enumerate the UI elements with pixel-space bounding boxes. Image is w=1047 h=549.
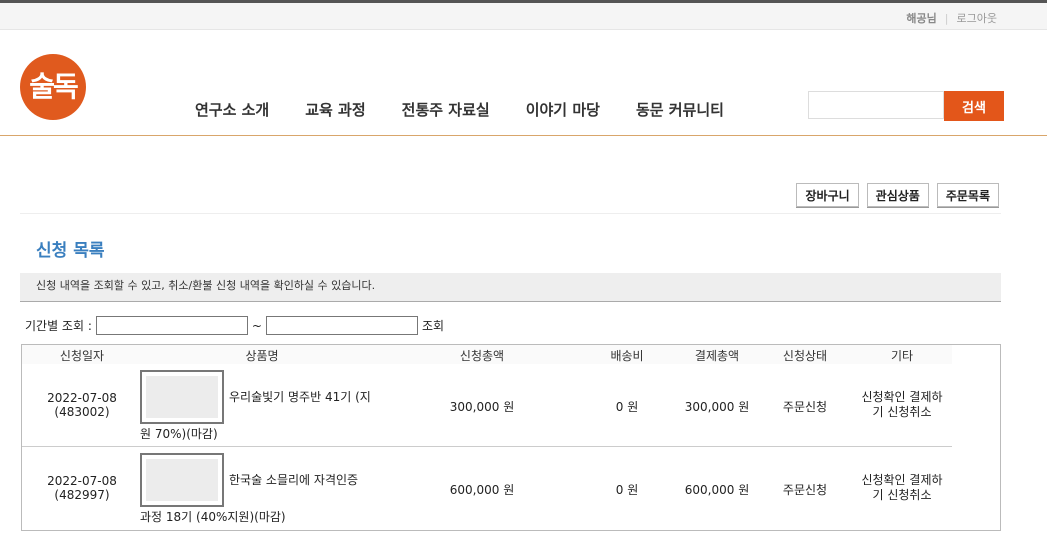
etc-cell: 신청확인 결제하 기 신청취소 xyxy=(854,390,950,420)
order-actions-links-cont[interactable]: 기 신청취소 xyxy=(854,405,950,420)
order-actions-links[interactable]: 신청확인 결제하 xyxy=(854,390,950,405)
period-label: 기간별 조회 : xyxy=(25,319,92,333)
logo[interactable]: 술독 xyxy=(20,54,86,120)
col-total: 결제총액 xyxy=(694,349,740,363)
shop-tools: 장바구니 관심상품 주문목록 xyxy=(796,183,999,207)
table-row: 2022-07-08 (482997) 한국술 소믈리에 자격인증 과정 18기… xyxy=(22,447,952,529)
col-amount: 신청총액 xyxy=(459,349,505,363)
user-name: 해공님 xyxy=(906,12,937,25)
total-cell: 600,000 원 xyxy=(684,483,750,497)
order-date: 2022-07-08 xyxy=(47,391,117,405)
date-to-input[interactable] xyxy=(265,316,418,335)
shipping-cell: 0 원 xyxy=(615,400,639,414)
col-product: 상품명 xyxy=(245,349,279,363)
order-actions-links[interactable]: 신청확인 결제하 xyxy=(854,473,950,488)
notice-bar: 신청 내역을 조회할 수 있고, 취소/환불 신청 내역을 확인하실 수 있습니… xyxy=(20,273,1001,302)
table-header: 신청일자 상품명 신청총액 배송비 결제총액 신청상태 기타 xyxy=(22,345,952,364)
utility-bar: 해공님 | 로그아웃 xyxy=(0,3,1047,30)
wishlist-button[interactable]: 관심상품 xyxy=(866,183,929,207)
divider xyxy=(20,213,1001,214)
main-nav: 연구소 소개 교육 과정 전통주 자료실 이야기 마당 동문 커뮤니티 xyxy=(195,99,724,120)
order-date: 2022-07-08 xyxy=(47,474,117,488)
nav-stories[interactable]: 이야기 마당 xyxy=(526,99,600,120)
nav-community[interactable]: 동문 커뮤니티 xyxy=(636,99,724,120)
product-name-cont[interactable]: 과정 18기 (40%지원)(마감) xyxy=(140,508,286,525)
status-cell: 주문신청 xyxy=(782,483,828,497)
table-row: 2022-07-08 (483002) 우리술빛기 명주반 41기 (지 원 7… xyxy=(22,364,952,447)
order-number: (482997) xyxy=(54,488,110,502)
col-shipping: 배송비 xyxy=(610,349,644,363)
amount-cell: 300,000 원 xyxy=(449,400,515,414)
utility-links: 해공님 | 로그아웃 xyxy=(906,10,997,26)
cart-button[interactable]: 장바구니 xyxy=(796,183,859,207)
col-etc: 기타 xyxy=(890,349,914,363)
col-status: 신청상태 xyxy=(782,349,828,363)
product-name-cont[interactable]: 원 70%)(마감) xyxy=(140,425,218,442)
status-cell: 주문신청 xyxy=(782,400,828,414)
amount-cell: 600,000 원 xyxy=(449,483,515,497)
tilde: ~ xyxy=(251,318,262,333)
etc-cell: 신청확인 결제하 기 신청취소 xyxy=(854,473,950,503)
product-thumbnail[interactable] xyxy=(140,370,224,424)
order-date-cell: 2022-07-08 (482997) xyxy=(32,474,132,502)
shipping-cell: 0 원 xyxy=(615,483,639,497)
nav-about[interactable]: 연구소 소개 xyxy=(195,99,269,120)
page-title: 신청 목록 xyxy=(36,241,105,261)
nav-archive[interactable]: 전통주 자료실 xyxy=(402,99,490,120)
product-name-link[interactable]: 한국술 소믈리에 자격인증 xyxy=(229,471,358,488)
order-actions-links-cont[interactable]: 기 신청취소 xyxy=(854,488,950,503)
order-date-cell: 2022-07-08 (483002) xyxy=(32,391,132,419)
search-box: 검색 xyxy=(808,91,1004,121)
divider: | xyxy=(944,12,949,25)
search-button[interactable]: 검색 xyxy=(944,91,1004,121)
total-cell: 300,000 원 xyxy=(684,400,750,414)
site-header: 술독 연구소 소개 교육 과정 전통주 자료실 이야기 마당 동문 커뮤니티 검… xyxy=(0,30,1047,136)
logout-link[interactable]: 로그아웃 xyxy=(957,12,997,25)
order-table: 신청일자 상품명 신청총액 배송비 결제총액 신청상태 기타 2022-07-0… xyxy=(21,344,1001,531)
search-input[interactable] xyxy=(808,91,944,119)
period-filter: 기간별 조회 : ~ 조회 xyxy=(25,316,444,335)
period-search-button[interactable]: 조회 xyxy=(422,317,444,334)
nav-courses[interactable]: 교육 과정 xyxy=(305,99,365,120)
col-date: 신청일자 xyxy=(59,349,105,363)
order-list-button[interactable]: 주문목록 xyxy=(936,183,999,207)
date-from-input[interactable] xyxy=(95,316,248,335)
product-thumbnail[interactable] xyxy=(140,453,224,507)
order-number: (483002) xyxy=(54,405,110,419)
product-name-link[interactable]: 우리술빛기 명주반 41기 (지 xyxy=(229,388,371,405)
